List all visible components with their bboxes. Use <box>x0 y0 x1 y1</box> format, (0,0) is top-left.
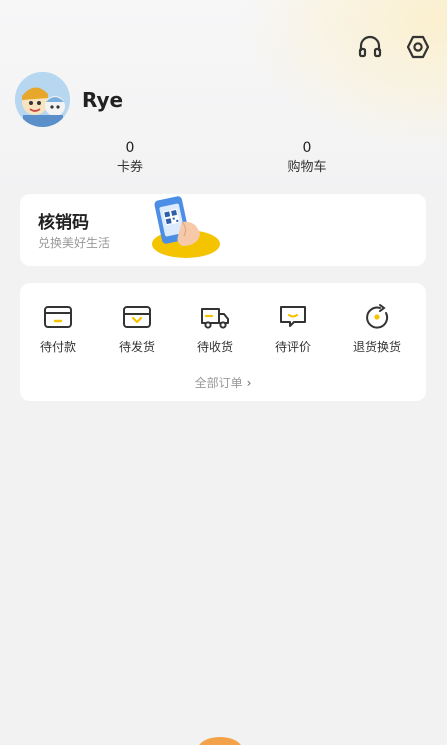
truck-icon <box>201 308 229 329</box>
coupons-stat[interactable]: 0 卡券 <box>80 140 180 176</box>
chevron-right-icon: › <box>246 376 252 390</box>
order-pending-receipt[interactable]: 待收货 <box>180 303 250 355</box>
stats-row: 0 卡券 0 购物车 <box>0 140 447 180</box>
verify-code-card[interactable]: 核销码 兑换美好生活 <box>20 194 426 266</box>
comment-icon <box>280 306 306 327</box>
profile-page: Rye 0 卡券 0 购物车 核销码 兑换美好生活 待付款 待发货 待收货 待评… <box>0 0 447 745</box>
order-pending-review-label: 待评价 <box>274 340 311 354</box>
user-profile[interactable]: Rye <box>15 72 123 127</box>
top-toolbar <box>355 33 433 61</box>
wallet-icon <box>44 306 72 328</box>
avatar[interactable] <box>15 72 70 127</box>
order-pending-payment-label: 待付款 <box>39 340 76 354</box>
headset-icon[interactable] <box>355 33 385 61</box>
cart-label: 购物车 <box>287 160 327 175</box>
order-pending-shipment-label: 待发货 <box>118 340 155 354</box>
order-returns-label: 退货换货 <box>352 340 401 354</box>
return-icon <box>366 304 389 329</box>
order-returns[interactable]: 退货换货 <box>342 303 412 355</box>
verify-title: 核销码 <box>38 213 89 233</box>
order-status-row: 待付款 待发货 待收货 待评价 退货换货 <box>20 303 426 363</box>
orders-card: 待付款 待发货 待收货 待评价 退货换货 全部订单 › <box>20 283 426 401</box>
all-orders-label: 全部订单 <box>194 376 243 390</box>
all-orders-link[interactable]: 全部订单 › <box>20 374 426 391</box>
order-pending-payment[interactable]: 待付款 <box>23 303 93 355</box>
phone-qr-illustration <box>152 196 220 258</box>
coupons-count: 0 <box>125 140 135 156</box>
order-pending-review[interactable]: 待评价 <box>258 303 328 355</box>
bottom-tab-center-button[interactable] <box>198 737 242 745</box>
package-icon <box>123 306 151 328</box>
cart-count: 0 <box>302 140 312 156</box>
settings-icon[interactable] <box>403 33 433 61</box>
username: Rye <box>82 87 124 112</box>
order-pending-shipment[interactable]: 待发货 <box>102 303 172 355</box>
coupons-label: 卡券 <box>116 160 143 175</box>
cart-stat[interactable]: 0 购物车 <box>257 140 357 176</box>
order-pending-receipt-label: 待收货 <box>196 340 233 354</box>
verify-subtitle: 兑换美好生活 <box>38 236 111 250</box>
